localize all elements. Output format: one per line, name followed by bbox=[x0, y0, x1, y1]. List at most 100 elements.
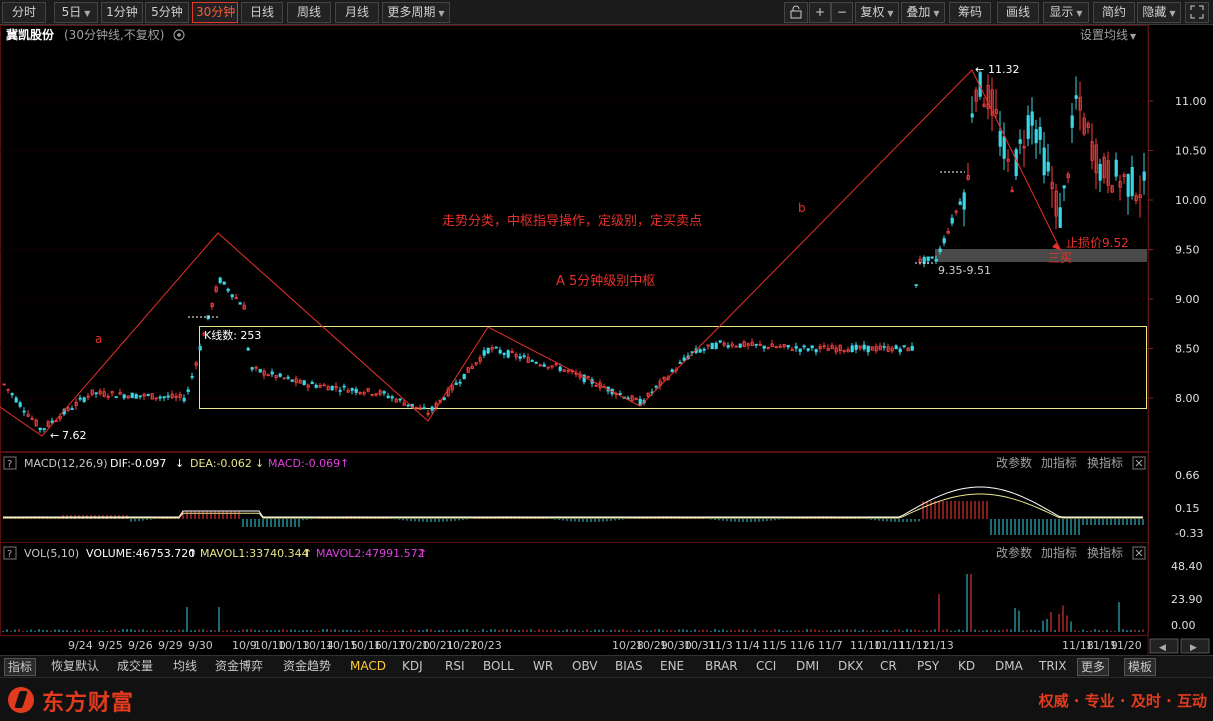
indicator-tab-4[interactable]: 资金博弈 bbox=[212, 658, 266, 676]
kline-chart[interactable]: 冀凯股份 (30分钟线,不复权) 设置均线 ▼ a b 走势分类，中枢指导操作，… bbox=[0, 25, 1213, 655]
candle-body bbox=[798, 348, 802, 352]
candle-body bbox=[894, 345, 898, 350]
candle-body bbox=[762, 345, 766, 349]
period-tab-1min[interactable]: 1分钟 bbox=[101, 2, 143, 23]
help-icon[interactable]: ? bbox=[3, 546, 17, 560]
brand-name: 东方财富 bbox=[42, 691, 135, 716]
set-ma-link[interactable]: 设置均线 bbox=[1080, 28, 1128, 42]
candle-body bbox=[134, 394, 138, 399]
vol-add-indicator[interactable]: 加指标 bbox=[1041, 545, 1077, 560]
arrow-down-icon: ↓ bbox=[255, 457, 264, 470]
indicator-tab-22[interactable]: TRIX bbox=[1036, 658, 1069, 676]
candle-body bbox=[386, 395, 390, 399]
chips-button[interactable]: 筹码 bbox=[949, 2, 991, 23]
lock-button[interactable] bbox=[784, 2, 808, 23]
indicator-tab-0[interactable]: 指标 bbox=[4, 658, 37, 676]
close-icon[interactable] bbox=[1132, 546, 1146, 560]
candle-body bbox=[166, 395, 170, 398]
indicator-tab-9[interactable]: BOLL bbox=[480, 658, 517, 676]
candle-body bbox=[1142, 171, 1146, 181]
candle-body bbox=[810, 345, 814, 349]
candle-body bbox=[882, 345, 886, 348]
help-icon[interactable]: ? bbox=[3, 456, 17, 470]
candle-body bbox=[1026, 115, 1030, 139]
settings-icon[interactable] bbox=[173, 29, 185, 41]
date-tick-label: 11/5 bbox=[762, 639, 787, 652]
indicator-tab-template[interactable]: 模板 bbox=[1124, 658, 1157, 676]
plus-icon: + bbox=[814, 5, 826, 19]
indicator-tab-1[interactable]: 恢复默认 bbox=[48, 658, 102, 676]
indicator-tab-7[interactable]: KDJ bbox=[399, 658, 426, 676]
indicator-tab-2[interactable]: 成交量 bbox=[114, 658, 156, 676]
indicator-tab-17[interactable]: DKX bbox=[835, 658, 866, 676]
candle-body bbox=[850, 345, 854, 353]
period-tab-more[interactable]: 更多周期 ▼ bbox=[382, 2, 450, 23]
period-tab-day[interactable]: 日线 bbox=[241, 2, 283, 23]
macd-switch-indicator[interactable]: 换指标 bbox=[1087, 455, 1123, 470]
candle-body bbox=[542, 364, 546, 367]
indicator-tab-10[interactable]: WR bbox=[530, 658, 556, 676]
period-tab-week[interactable]: 周线 bbox=[287, 2, 331, 23]
adjust-button[interactable]: 复权 ▼ bbox=[855, 2, 899, 23]
display-button[interactable]: 显示 ▼ bbox=[1043, 2, 1089, 23]
indicator-tab-11[interactable]: OBV bbox=[569, 658, 601, 676]
zoom-out-button[interactable]: − bbox=[831, 2, 853, 23]
indicator-tab-5[interactable]: 资金趋势 bbox=[280, 658, 334, 676]
scroll-right-icon[interactable]: ▶ bbox=[1180, 638, 1210, 654]
indicator-tab-more[interactable]: 更多 bbox=[1077, 658, 1110, 676]
candle-body bbox=[182, 397, 186, 402]
chevron-down-icon: ▼ bbox=[438, 9, 445, 18]
candle-body bbox=[1018, 139, 1022, 144]
close-icon[interactable] bbox=[1132, 456, 1146, 470]
indicator-tab-21[interactable]: DMA bbox=[992, 658, 1026, 676]
vol-switch-indicator[interactable]: 换指标 bbox=[1087, 545, 1123, 560]
candle-body bbox=[258, 368, 262, 373]
hide-button[interactable]: 隐藏 ▼ bbox=[1137, 2, 1181, 23]
indicator-tab-14[interactable]: BRAR bbox=[702, 658, 741, 676]
candle-body bbox=[962, 192, 966, 210]
scroll-left-icon[interactable]: ◀ bbox=[1149, 638, 1179, 654]
indicator-tab-15[interactable]: CCI bbox=[753, 658, 779, 676]
candle-body bbox=[398, 398, 402, 401]
macd-name: MACD(12,26,9) bbox=[24, 457, 108, 470]
zoom-in-button[interactable]: + bbox=[809, 2, 831, 23]
macd-add-indicator[interactable]: 加指标 bbox=[1041, 455, 1077, 470]
draw-line-button[interactable]: 画线 bbox=[997, 2, 1039, 23]
candle-body bbox=[494, 346, 498, 349]
candle-body bbox=[530, 360, 534, 362]
candle-body bbox=[698, 349, 702, 353]
macd-edit-params[interactable]: 改参数 bbox=[996, 455, 1032, 470]
indicator-tab-3[interactable]: 均线 bbox=[170, 658, 200, 676]
candle-body bbox=[678, 362, 682, 364]
indicator-tab-18[interactable]: CR bbox=[877, 658, 900, 676]
stop-zone-bar bbox=[935, 249, 1147, 262]
arrow-left-icon: ← bbox=[50, 429, 59, 442]
indicator-tab-6[interactable]: MACD bbox=[347, 658, 389, 676]
simple-button[interactable]: 简约 bbox=[1093, 2, 1135, 23]
indicator-tab-8[interactable]: RSI bbox=[442, 658, 468, 676]
hide-button-label: 隐藏 bbox=[1142, 5, 1167, 19]
indicator-tab-12[interactable]: BIAS bbox=[612, 658, 646, 676]
candle-body bbox=[1130, 167, 1134, 196]
candle-body bbox=[582, 374, 586, 383]
indicator-tab-13[interactable]: ENE bbox=[657, 658, 687, 676]
arrow-up-icon: ↑ bbox=[188, 547, 197, 560]
period-tab-month[interactable]: 月线 bbox=[335, 2, 379, 23]
period-tab-30min[interactable]: 30分钟 bbox=[192, 2, 238, 23]
candle-body bbox=[338, 389, 342, 392]
period-tab-5day[interactable]: 5日 ▼ bbox=[54, 2, 98, 23]
fullscreen-button[interactable] bbox=[1185, 2, 1209, 23]
vol-tick-label: 23.90 bbox=[1171, 593, 1203, 606]
indicator-tab-16[interactable]: DMI bbox=[793, 658, 822, 676]
candle-body bbox=[82, 397, 86, 402]
indicator-tab-20[interactable]: KD bbox=[955, 658, 978, 676]
vol-edit-params[interactable]: 改参数 bbox=[996, 545, 1032, 560]
period-tab-5min[interactable]: 5分钟 bbox=[145, 2, 189, 23]
indicator-tab-19[interactable]: PSY bbox=[914, 658, 942, 676]
period-tab-fenshi[interactable]: 分时 bbox=[2, 2, 46, 23]
chart-area[interactable]: 冀凯股份 (30分钟线,不复权) 设置均线 ▼ a b 走势分类，中枢指导操作，… bbox=[0, 25, 1213, 655]
candle-body bbox=[1074, 95, 1078, 99]
candle-body bbox=[534, 361, 538, 364]
overlay-button[interactable]: 叠加 ▼ bbox=[901, 2, 945, 23]
lock-icon bbox=[790, 5, 802, 19]
